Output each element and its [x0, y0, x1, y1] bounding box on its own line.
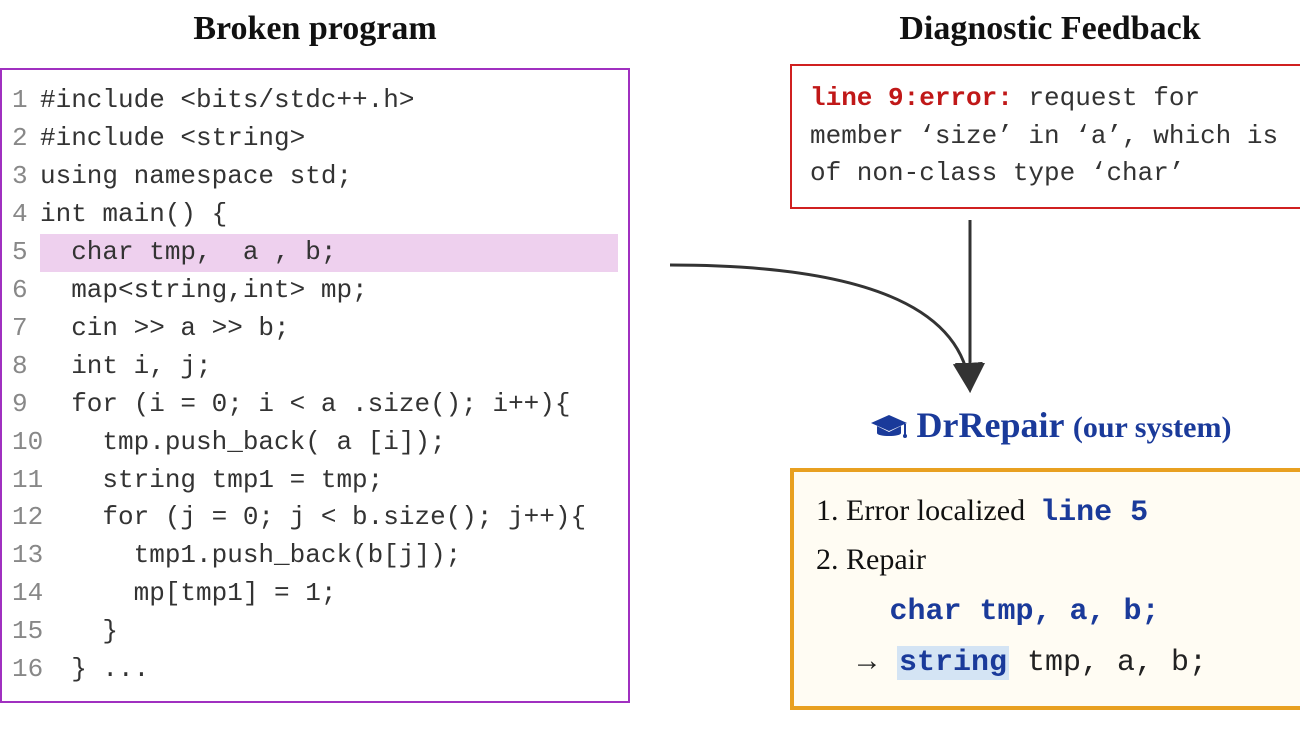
arrow-icon: → [852, 644, 882, 677]
code-text: } [40, 613, 618, 651]
flow-arrow-icon [660, 210, 1000, 420]
step-1-value: line 5 [1040, 496, 1148, 530]
code-line: 8 int i, j; [12, 348, 618, 386]
step-2-label: 2. Repair [816, 537, 1284, 584]
code-line: 16 } ... [12, 651, 618, 689]
code-text: } ... [40, 651, 618, 689]
code-line: 10 tmp.push_back( a [i]); [12, 424, 618, 462]
line-number: 2 [12, 120, 40, 158]
code-text: using namespace std; [40, 158, 618, 196]
line-number: 4 [12, 196, 40, 234]
line-number: 5 [12, 234, 40, 272]
line-number: 10 [12, 424, 40, 462]
line-number: 14 [12, 575, 40, 613]
code-text: for (j = 0; j < b.size(); j++){ [40, 499, 618, 537]
line-number: 12 [12, 499, 40, 537]
code-text: cin >> a >> b; [40, 310, 618, 348]
code-text: string tmp1 = tmp; [40, 462, 618, 500]
code-line: 4int main() { [12, 196, 618, 234]
code-text: int i, j; [40, 348, 618, 386]
code-line: 13 tmp1.push_back(b[j]); [12, 537, 618, 575]
fixed-code-rest: tmp, a, b; [1009, 646, 1207, 680]
code-text: map<string,int> mp; [40, 272, 618, 310]
code-line: 5 char tmp, a , b; [12, 234, 618, 272]
line-number: 16 [12, 651, 40, 689]
code-line: 6 map<string,int> mp; [12, 272, 618, 310]
code-line: 12 for (j = 0; j < b.size(); j++){ [12, 499, 618, 537]
code-line: 1#include <bits/stdc++.h> [12, 82, 618, 120]
code-text: tmp.push_back( a [i]); [40, 424, 618, 462]
code-line: 3using namespace std; [12, 158, 618, 196]
fixed-code-highlight: string [897, 646, 1009, 680]
code-text: mp[tmp1] = 1; [40, 575, 618, 613]
line-number: 6 [12, 272, 40, 310]
line-number: 15 [12, 613, 40, 651]
code-text: for (i = 0; i < a .size(); i++){ [40, 386, 618, 424]
result-box: 1. Error localized line 5 2. Repair → ch… [790, 468, 1300, 710]
line-number: 8 [12, 348, 40, 386]
diagnostic-box: line 9:error: request for member ‘size’ … [790, 64, 1300, 209]
code-text: char tmp, a , b; [40, 234, 618, 272]
code-text: #include <string> [40, 120, 618, 158]
code-box: 1#include <bits/stdc++.h>2#include <stri… [0, 68, 630, 703]
line-number: 13 [12, 537, 40, 575]
code-line: 15 } [12, 613, 618, 651]
broken-program-title: Broken program [0, 10, 630, 48]
code-line: 11 string tmp1 = tmp; [12, 462, 618, 500]
code-text: #include <bits/stdc++.h> [40, 82, 618, 120]
code-line: 2#include <string> [12, 120, 618, 158]
step-1-label: 1. Error localized [816, 494, 1025, 527]
code-text: tmp1.push_back(b[j]); [40, 537, 618, 575]
code-line: 9 for (i = 0; i < a .size(); i++){ [12, 386, 618, 424]
line-number: 9 [12, 386, 40, 424]
repair-block: → char tmp, a, b; → string tmp, a, b; [816, 587, 1284, 686]
code-line: 7 cin >> a >> b; [12, 310, 618, 348]
code-text: int main() { [40, 196, 618, 234]
system-subtitle: (our system) [1073, 411, 1232, 444]
line-number: 3 [12, 158, 40, 196]
error-prefix: line 9:error: [810, 83, 1013, 113]
line-number: 1 [12, 82, 40, 120]
line-number: 11 [12, 462, 40, 500]
broken-program-panel: Broken program 1#include <bits/stdc++.h>… [0, 10, 630, 703]
original-code: char tmp, a, b; [890, 595, 1160, 629]
line-number: 7 [12, 310, 40, 348]
code-line: 14 mp[tmp1] = 1; [12, 575, 618, 613]
step-1: 1. Error localized line 5 [816, 488, 1284, 537]
diagnostic-title: Diagnostic Feedback [790, 10, 1300, 48]
